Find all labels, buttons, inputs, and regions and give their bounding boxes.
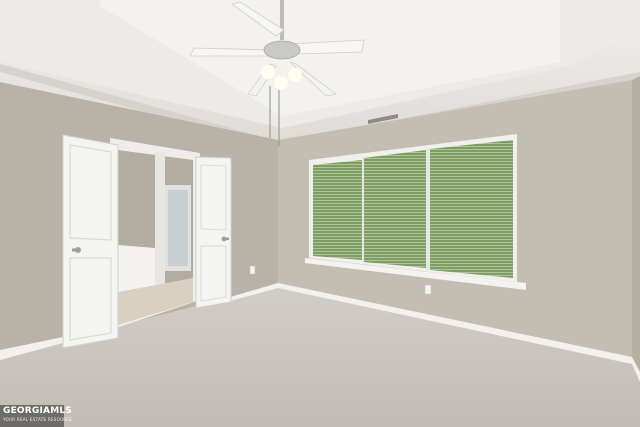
bathroom-doorway	[110, 138, 200, 330]
mls-watermark: GEORGIAMLS YOUR REAL ESTATE RESOURCE	[0, 405, 73, 427]
left-closet-door[interactable]	[62, 134, 119, 349]
window	[305, 134, 526, 290]
right-closet-door[interactable]	[195, 156, 232, 309]
empty-bedroom-scene	[0, 0, 640, 427]
watermark-brand: GEORGIAMLS	[3, 406, 72, 416]
watermark-tagline: YOUR REAL ESTATE RESOURCE	[3, 417, 73, 422]
right-wall	[632, 76, 640, 380]
